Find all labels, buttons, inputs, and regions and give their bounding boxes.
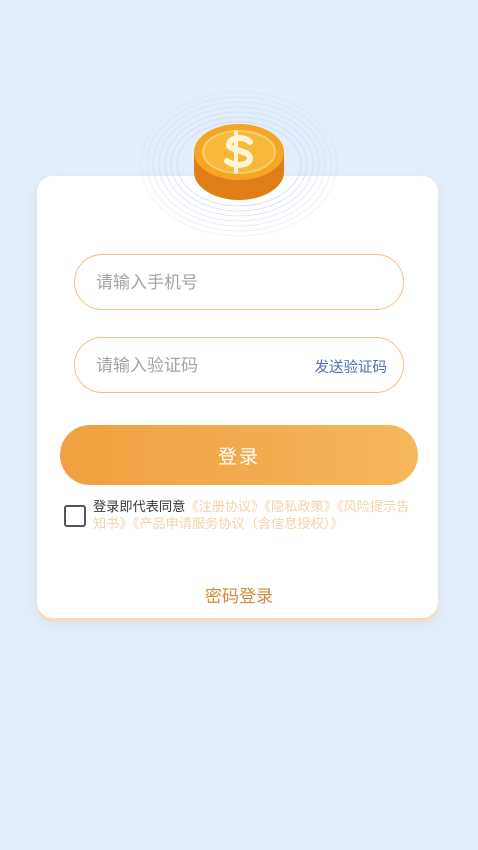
privacy-policy-link[interactable]: 《隐私政策》 bbox=[264, 500, 337, 515]
phone-field[interactable] bbox=[74, 254, 404, 311]
send-code-button[interactable]: 发送验证码 bbox=[315, 356, 388, 377]
agreement-prefix: 登录即代表同意 bbox=[93, 500, 186, 515]
agreement-text: 登录即代表同意《注册协议》《隐私政策》《风险提示告知书》《产品申请服务协议（含信… bbox=[93, 499, 415, 533]
agreement-checkbox[interactable] bbox=[64, 505, 86, 527]
login-card bbox=[37, 176, 438, 618]
code-input[interactable] bbox=[94, 338, 298, 394]
service-agreement-link[interactable]: 《产品申请服务协议（含信息授权）》 bbox=[133, 517, 344, 532]
gold-coin-icon bbox=[194, 124, 284, 200]
code-field[interactable]: 发送验证码 bbox=[74, 337, 404, 394]
register-agreement-link[interactable]: 《注册协议》 bbox=[185, 500, 264, 515]
phone-input[interactable] bbox=[94, 255, 298, 311]
password-login-link[interactable]: 密码登录 bbox=[0, 582, 478, 607]
login-button[interactable]: 登录 bbox=[60, 425, 418, 485]
